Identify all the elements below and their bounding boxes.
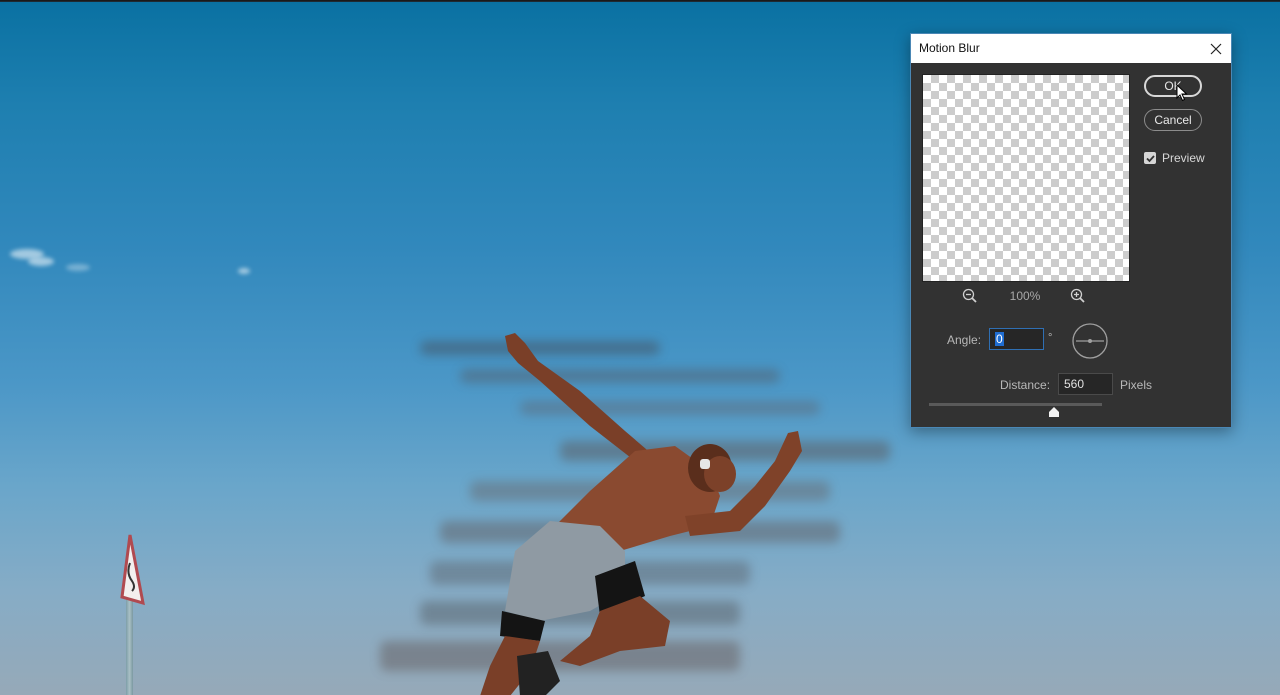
distance-input[interactable]: 560 (1058, 373, 1113, 395)
distance-slider[interactable] (929, 403, 1102, 406)
angle-dial-icon[interactable] (1072, 323, 1108, 359)
preview-area[interactable] (922, 74, 1130, 282)
close-button[interactable] (1201, 34, 1231, 63)
dialog-titlebar[interactable]: Motion Blur (911, 34, 1231, 63)
angle-label: Angle: (947, 333, 982, 347)
ok-button[interactable]: OK (1144, 75, 1202, 97)
distance-unit: Pixels (1120, 378, 1153, 392)
checkmark-icon (1145, 154, 1155, 162)
angle-input[interactable]: 0 (989, 328, 1044, 350)
distance-label: Distance: (1000, 378, 1051, 392)
dialog-title: Motion Blur (919, 41, 980, 55)
angle-unit: ° (1048, 332, 1053, 344)
cloud (28, 257, 54, 266)
slider-thumb-icon[interactable] (1048, 407, 1060, 417)
zoom-in-icon[interactable] (1070, 288, 1086, 304)
close-icon (1210, 43, 1222, 54)
road-sign (120, 534, 145, 606)
zoom-level: 100% (1009, 289, 1041, 303)
cloud (66, 264, 90, 271)
preview-zoom-controls: 100% (922, 287, 1128, 305)
cloud (238, 268, 250, 274)
runner-figure (480, 333, 802, 695)
cancel-button[interactable]: Cancel (1144, 109, 1202, 131)
preview-label: Preview (1162, 151, 1205, 165)
motion-blur-dialog: Motion Blur OK Cancel Preview 100% Angle… (910, 33, 1232, 428)
checkbox-box[interactable] (1144, 152, 1156, 164)
angle-value: 0 (995, 332, 1004, 346)
canvas-top-border (0, 1, 1280, 2)
preview-checkbox[interactable]: Preview (1144, 151, 1205, 165)
distance-value: 560 (1064, 377, 1085, 391)
